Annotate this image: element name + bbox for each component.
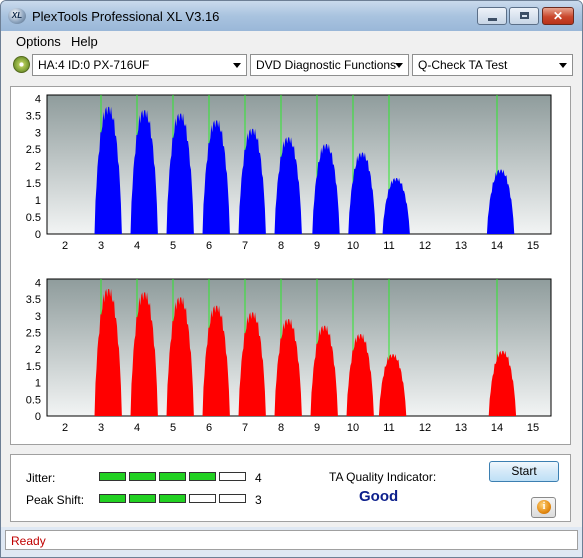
top-y-tick-label: 1.5 xyxy=(26,178,41,190)
top-x-tick-label: 11 xyxy=(383,240,394,252)
peak-shift-value: 3 xyxy=(255,493,262,507)
top-x-tick-label: 6 xyxy=(206,240,212,252)
info-icon: i xyxy=(537,500,551,514)
bottom-x-tick-label: 10 xyxy=(347,422,359,434)
status-bar: Ready xyxy=(5,530,578,550)
bottom-x-tick-label: 6 xyxy=(206,422,212,434)
function-select-value: DVD Diagnostic Functions xyxy=(256,58,397,72)
meter-segment xyxy=(159,494,186,503)
results-panel: Jitter: 4 Peak Shift: 3 TA Quality Indic… xyxy=(10,454,571,522)
top-y-tick-label: 2 xyxy=(35,161,41,173)
close-icon: ✕ xyxy=(552,9,564,23)
menu-options[interactable]: Options xyxy=(16,34,61,49)
bottom-x-tick-label: 8 xyxy=(278,422,284,434)
top-y-tick-label: 0 xyxy=(35,229,41,241)
charts-svg: 00.511.522.533.542 3 4 5 6 7 8 9 10 11 12 13 14 1500.… xyxy=(26,93,552,434)
minimize-button[interactable] xyxy=(477,7,507,25)
chevron-down-icon xyxy=(559,63,567,68)
test-select-value: Q-Check TA Test xyxy=(418,58,508,72)
meter-segment xyxy=(189,494,216,503)
bottom-x-tick-label: 12 xyxy=(419,422,431,434)
top-y-tick-label: 2.5 xyxy=(26,144,41,156)
bottom-x-tick-label: 15 xyxy=(527,422,539,434)
meter-segment xyxy=(159,472,186,481)
top-x-tick-label: 15 xyxy=(527,240,539,252)
meter-segment xyxy=(189,472,216,481)
bottom-y-tick-label: 0.5 xyxy=(26,394,41,406)
menu-bar: Options Help xyxy=(1,31,582,51)
bottom-y-tick-label: 2.5 xyxy=(26,327,41,339)
status-text: Ready xyxy=(11,534,46,548)
info-button[interactable]: i xyxy=(531,497,556,518)
bottom-x-tick-label: 4 xyxy=(134,422,140,434)
quality-indicator-label: TA Quality Indicator: xyxy=(329,470,437,484)
bottom-y-tick-label: 3 xyxy=(35,311,41,323)
meter-segment xyxy=(219,472,246,481)
meter-segment xyxy=(99,494,126,503)
jitter-label: Jitter: xyxy=(26,471,56,485)
top-x-tick-label: 12 xyxy=(419,240,431,252)
bottom-x-tick-label: 5 xyxy=(170,422,176,434)
meter-segment xyxy=(219,494,246,503)
bottom-y-tick-label: 2 xyxy=(35,344,41,356)
top-y-tick-label: 3 xyxy=(35,127,41,139)
maximize-button[interactable] xyxy=(509,7,539,25)
bottom-x-tick-label: 3 xyxy=(98,422,104,434)
top-x-tick-label: 13 xyxy=(455,240,467,252)
drive-select[interactable]: HA:4 ID:0 PX-716UF xyxy=(32,54,247,76)
top-y-tick-label: 0.5 xyxy=(26,212,41,224)
bottom-x-tick-label: 14 xyxy=(491,422,503,434)
close-button[interactable]: ✕ xyxy=(542,7,574,25)
title-bar[interactable]: XL PlexTools Professional XL V3.16 ✕ xyxy=(1,1,582,31)
top-x-tick-label: 14 xyxy=(491,240,503,252)
bottom-y-tick-label: 0 xyxy=(35,411,41,423)
bottom-y-tick-label: 1 xyxy=(35,378,41,390)
chevron-down-icon xyxy=(395,63,403,68)
top-x-tick-label: 4 xyxy=(134,240,140,252)
top-x-tick-label: 3 xyxy=(98,240,104,252)
bottom-x-tick-label: 7 xyxy=(242,422,248,434)
minimize-icon xyxy=(488,18,497,21)
top-y-tick-label: 1 xyxy=(35,195,41,207)
jitter-value: 4 xyxy=(255,471,262,485)
bottom-x-tick-label: 9 xyxy=(314,422,320,434)
top-y-tick-label: 3.5 xyxy=(26,110,41,122)
top-x-tick-label: 10 xyxy=(347,240,359,252)
top-x-tick-label: 5 xyxy=(170,240,176,252)
chart-panel: 0 0.5 1 1.5 2 2.5 3 3.5 4 2 3 4 5 6 7 8 9 10 11 12 13 14 15 0 0.… xyxy=(10,86,571,445)
top-x-tick-label: 8 xyxy=(278,240,284,252)
meter-segment xyxy=(99,472,126,481)
drive-select-value: HA:4 ID:0 PX-716UF xyxy=(38,58,150,72)
bottom-x-tick-label: 13 xyxy=(455,422,467,434)
meter-segment xyxy=(129,494,156,503)
chevron-down-icon xyxy=(233,63,241,68)
bottom-x-tick-label: 11 xyxy=(383,422,394,434)
function-select[interactable]: DVD Diagnostic Functions xyxy=(250,54,409,76)
top-y-tick-label: 4 xyxy=(35,93,41,105)
bottom-y-tick-label: 4 xyxy=(35,277,41,289)
quality-indicator-value: Good xyxy=(359,488,399,505)
app-logo-icon: XL xyxy=(8,8,26,24)
start-button[interactable]: Start xyxy=(489,461,559,482)
disc-drive-icon xyxy=(13,56,30,73)
menu-help[interactable]: Help xyxy=(71,34,98,49)
top-x-tick-label: 2 xyxy=(62,240,68,252)
top-x-tick-label: 7 xyxy=(242,240,248,252)
top-x-tick-label: 9 xyxy=(314,240,320,252)
test-select[interactable]: Q-Check TA Test xyxy=(412,54,573,76)
main-window: XL PlexTools Professional XL V3.16 ✕ Opt… xyxy=(0,0,583,558)
window-title: PlexTools Professional XL V3.16 xyxy=(32,9,220,24)
maximize-icon xyxy=(520,12,529,19)
bottom-x-tick-label: 2 xyxy=(62,422,68,434)
peak-shift-label: Peak Shift: xyxy=(26,493,85,507)
bottom-y-tick-label: 3.5 xyxy=(26,294,41,306)
bottom-y-tick-label: 1.5 xyxy=(26,361,41,373)
meter-segment xyxy=(129,472,156,481)
